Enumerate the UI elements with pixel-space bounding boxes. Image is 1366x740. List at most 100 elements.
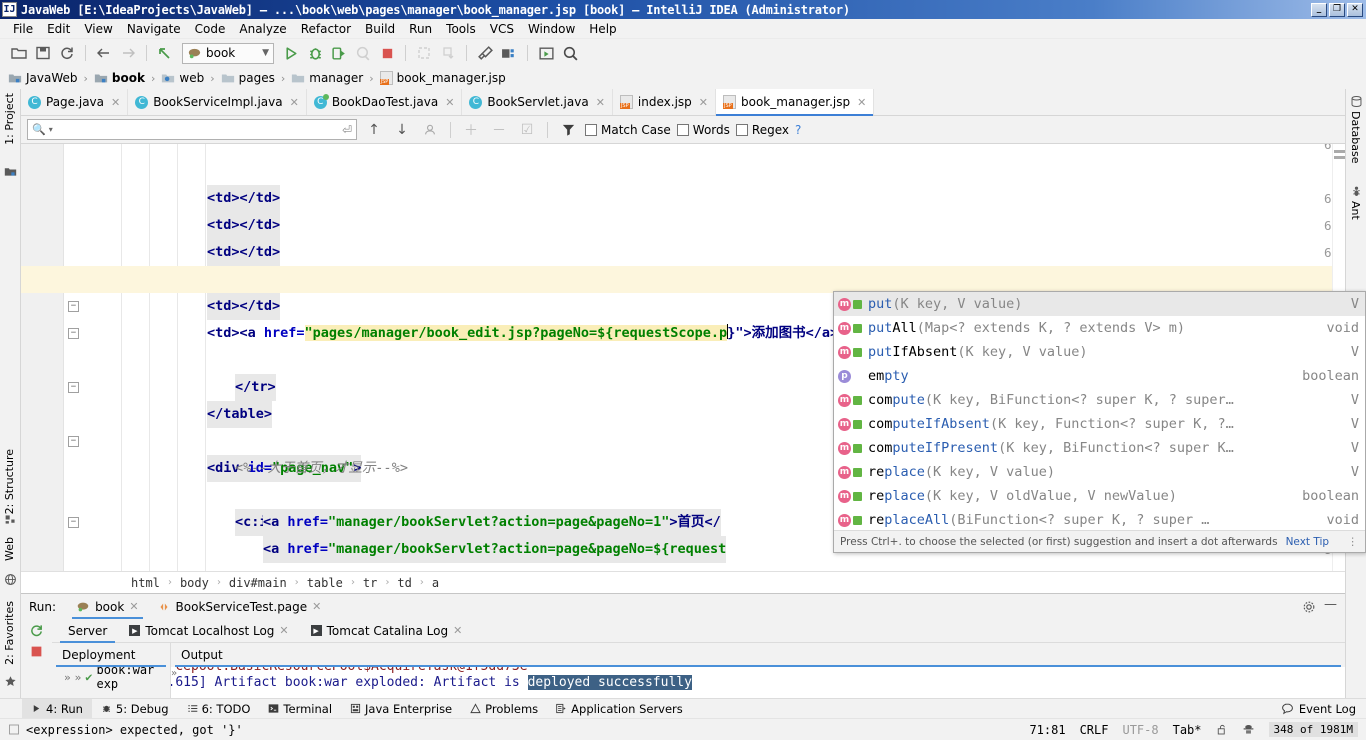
remove-occurrence-icon[interactable]: － [488, 119, 510, 141]
autocomplete-item[interactable]: m putIfAbsent (K key, V value) V [834, 340, 1365, 364]
tab-bookservlet-java[interactable]: C BookServlet.java ✕ [462, 89, 613, 115]
sidebar-item-web[interactable]: Web [3, 537, 16, 561]
more-options-icon[interactable]: ⋮ [1348, 536, 1360, 548]
status-tool-debug[interactable]: 5: Debug [92, 699, 178, 719]
save-icon[interactable] [32, 42, 54, 64]
run-anything-icon[interactable] [535, 42, 557, 64]
trail-table[interactable]: table [307, 576, 343, 590]
autocomplete-popup[interactable]: m put (K key, V value) V m putAll (Map<?… [833, 291, 1366, 553]
find-previous-icon[interactable]: ↑ [363, 119, 385, 141]
trail-body[interactable]: body [180, 576, 209, 590]
stop-icon[interactable] [376, 42, 398, 64]
autocomplete-item[interactable]: m compute (K key, BiFunction<? super K, … [834, 388, 1365, 412]
close-button[interactable]: ✕ [1347, 2, 1363, 17]
unlock-icon[interactable] [1216, 723, 1228, 736]
close-icon[interactable]: ✕ [312, 600, 321, 613]
sidebar-item-structure[interactable]: 2: Structure [3, 449, 16, 514]
tab-page-java[interactable]: C Page.java ✕ [21, 89, 129, 115]
sidebar-item-project[interactable]: 1: Project [3, 93, 16, 145]
match-case-checkbox[interactable]: Match Case [585, 123, 671, 137]
menu-item-vcs[interactable]: VCS [483, 21, 521, 37]
trail-td[interactable]: td [397, 576, 411, 590]
breadcrumb-manager[interactable]: manager [289, 71, 365, 85]
status-tool-terminal[interactable]: Terminal [259, 699, 341, 719]
search-everywhere-icon[interactable] [559, 42, 581, 64]
select-all-occurrences-icon[interactable] [419, 119, 441, 141]
console-output[interactable]: com.mchange.v2.resourcepool.BasicResourc… [171, 667, 1345, 699]
debug-icon[interactable] [304, 42, 326, 64]
indent-setting[interactable]: Tab* [1173, 723, 1202, 737]
autocomplete-item[interactable]: m computeIfPresent (K key, BiFunction<? … [834, 436, 1365, 460]
line-separator[interactable]: CRLF [1080, 723, 1109, 737]
fold-icon[interactable]: − [68, 382, 79, 393]
tab-bookserviceimpl-java[interactable]: C BookServiceImpl.java ✕ [128, 89, 307, 115]
subtab-tomcat-catalina-log[interactable]: ▶ Tomcat Catalina Log ✕ [301, 619, 473, 643]
checkbox[interactable] [735, 123, 748, 136]
trail-html[interactable]: html [131, 576, 160, 590]
favorites-star-icon[interactable] [4, 675, 17, 688]
menu-item-help[interactable]: Help [582, 21, 623, 37]
run-configuration-selector[interactable]: book ▼ [182, 42, 274, 64]
breadcrumb-book-manager-jsp[interactable]: book_manager.jsp [378, 71, 508, 85]
maximize-button[interactable]: ❐ [1329, 2, 1345, 17]
tab-book-manager-jsp[interactable]: book_manager.jsp ✕ [716, 89, 875, 116]
file-encoding[interactable]: UTF-8 [1122, 723, 1158, 737]
open-icon[interactable] [8, 42, 30, 64]
sidebar-item-ant[interactable]: Ant [1349, 201, 1362, 220]
autocomplete-item[interactable]: m replace (K key, V value) V [834, 460, 1365, 484]
search-text-field[interactable] [55, 121, 339, 138]
autocomplete-item[interactable]: m replace (K key, V oldValue, V newValue… [834, 484, 1365, 508]
status-tool-run[interactable]: 4: Run [22, 698, 92, 719]
breadcrumb-web[interactable]: web [159, 71, 206, 85]
trail-a[interactable]: a [432, 576, 439, 590]
close-icon[interactable]: ✕ [445, 96, 454, 109]
breadcrumb-pages[interactable]: pages [219, 71, 277, 85]
autocomplete-item[interactable]: p empty boolean [834, 364, 1365, 388]
settings-icon[interactable] [474, 42, 496, 64]
inspection-icon[interactable] [8, 723, 20, 736]
stop-icon[interactable] [30, 645, 43, 658]
sidebar-item-favorites[interactable]: 2: Favorites [3, 601, 16, 665]
trail-div-main[interactable]: div#main [229, 576, 287, 590]
regex-checkbox[interactable]: Regex [735, 123, 789, 137]
menu-item-navigate[interactable]: Navigate [120, 21, 188, 37]
next-tip-link[interactable]: Next Tip [1286, 536, 1329, 548]
project-structure-icon[interactable] [498, 42, 520, 64]
menu-item-window[interactable]: Window [521, 21, 582, 37]
fold-icon[interactable]: − [68, 517, 79, 528]
status-tool-todo[interactable]: 6: TODO [178, 699, 260, 719]
regex-help-icon[interactable]: ? [795, 123, 801, 137]
event-log-button[interactable]: Event Log [1281, 702, 1366, 716]
deployment-title[interactable]: Deployment [52, 643, 170, 667]
database-icon[interactable] [1350, 95, 1363, 108]
menu-item-build[interactable]: Build [358, 21, 402, 37]
commit-icon[interactable] [437, 42, 459, 64]
gear-icon[interactable] [1302, 600, 1316, 614]
subtab-server[interactable]: Server [58, 619, 117, 643]
status-tool-application-servers[interactable]: Application Servers [547, 699, 692, 719]
menu-item-tools[interactable]: Tools [439, 21, 483, 37]
menu-item-analyze[interactable]: Analyze [232, 21, 293, 37]
fold-icon[interactable]: − [68, 301, 79, 312]
project-icon[interactable] [4, 165, 17, 178]
run-tab-bookservicetest[interactable]: BookServiceTest.page ✕ [149, 594, 330, 619]
update-project-icon[interactable] [413, 42, 435, 64]
menu-item-edit[interactable]: Edit [40, 21, 77, 37]
autocomplete-item[interactable]: m put (K key, V value) V [834, 292, 1365, 316]
close-icon[interactable]: ✕ [111, 96, 120, 109]
multiline-toggle-icon[interactable]: ⏎ [342, 123, 352, 137]
add-occurrence-icon[interactable]: ＋ [460, 119, 482, 141]
autocomplete-item[interactable]: m replaceAll (BiFunction<? super K, ? su… [834, 508, 1365, 532]
run-icon[interactable] [280, 42, 302, 64]
menu-item-code[interactable]: Code [188, 21, 233, 37]
trail-tr[interactable]: tr [363, 576, 377, 590]
checkbox[interactable] [676, 123, 689, 136]
find-next-icon[interactable]: ↓ [391, 119, 413, 141]
undo-icon[interactable] [154, 42, 176, 64]
run-coverage-icon[interactable] [328, 42, 350, 64]
close-icon[interactable]: ✕ [290, 96, 299, 109]
filter-icon[interactable] [557, 119, 579, 141]
close-icon[interactable]: ✕ [596, 96, 605, 109]
search-history-chevron-icon[interactable]: ▾ [49, 125, 53, 134]
run-tab-book[interactable]: book ✕ [68, 594, 146, 619]
